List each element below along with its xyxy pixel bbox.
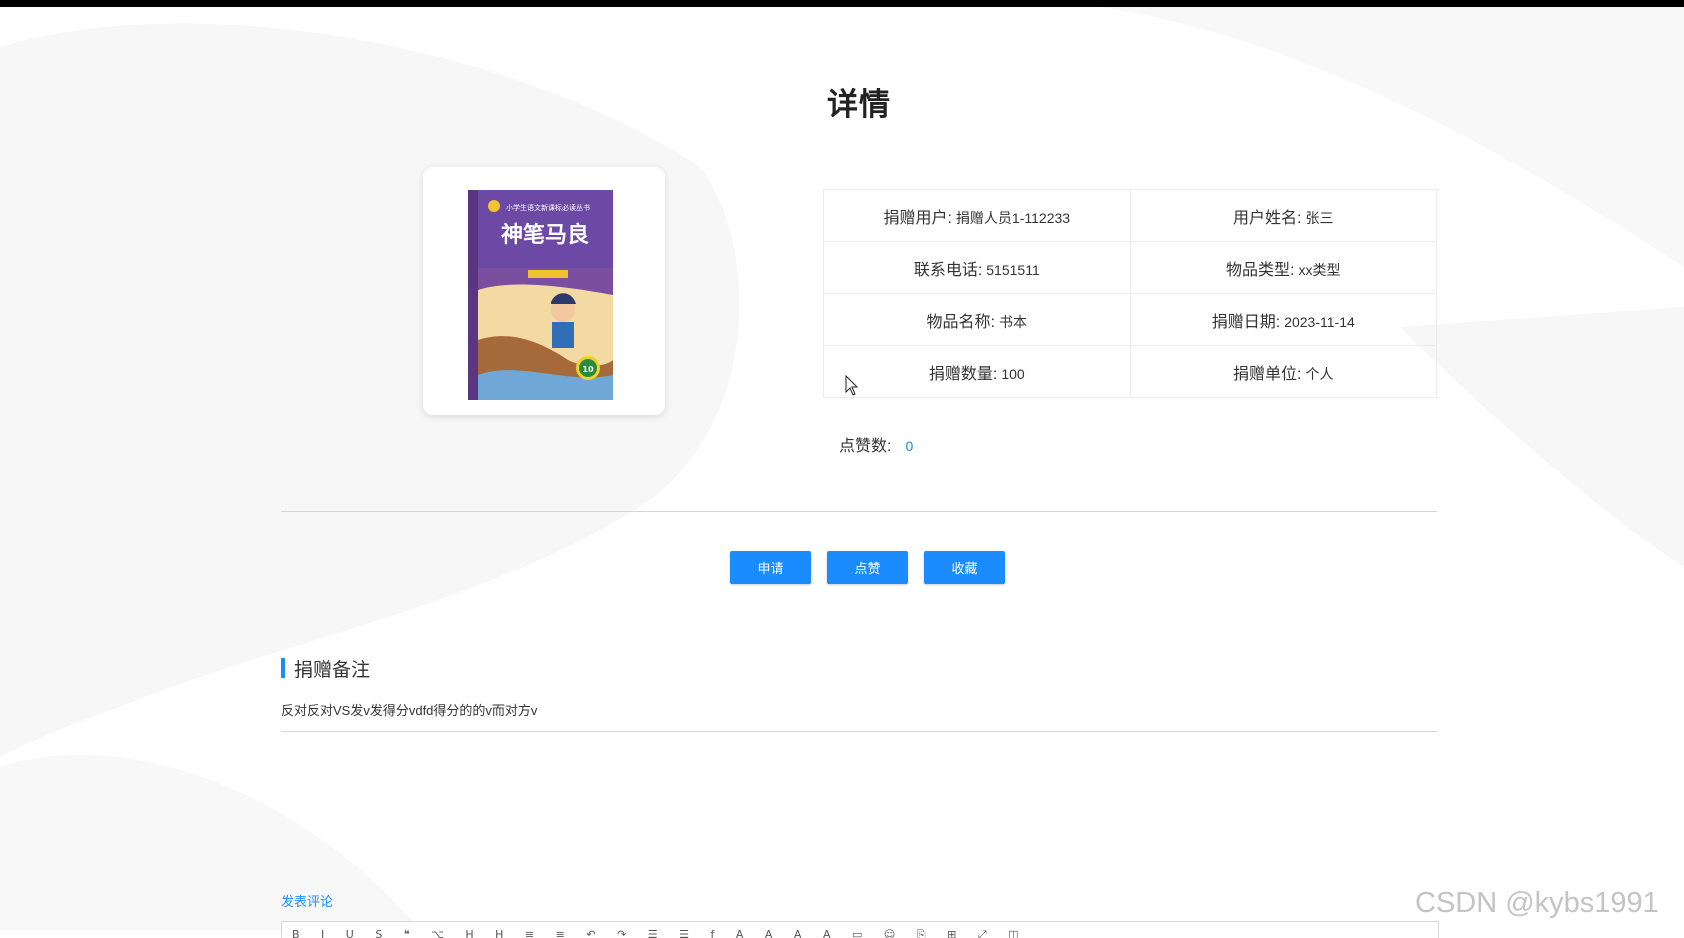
- table-row: 联系电话: 5151511 物品类型: xx类型: [823, 241, 1438, 294]
- info-label: 捐赠单位:: [1233, 365, 1302, 383]
- info-cell-phone: 联系电话: 5151511: [823, 241, 1131, 294]
- info-cell-item-type: 物品类型: xx类型: [1129, 241, 1438, 294]
- divider: [281, 731, 1437, 732]
- info-value: 书本: [999, 313, 1027, 330]
- book-title-text: 神笔马良: [501, 222, 589, 248]
- info-cell-quantity: 捐赠数量: 100: [823, 345, 1131, 398]
- table-row: 物品名称: 书本 捐赠日期: 2023-11-14: [823, 293, 1438, 346]
- remark-content: 反对反对VS发v发得分vdfd得分的的v而对方v: [281, 703, 538, 718]
- info-label: 捐赠日期:: [1211, 313, 1281, 331]
- mouse-cursor-icon: [845, 375, 859, 396]
- info-cell-username: 用户姓名: 张三: [1129, 189, 1438, 242]
- favorite-button[interactable]: 收藏: [924, 551, 1005, 584]
- info-label: 捐赠用户:: [883, 209, 952, 227]
- likes-label: 点赞数:: [839, 438, 892, 455]
- info-value: 捐赠人员1-112233: [955, 209, 1071, 226]
- info-label: 用户姓名:: [1233, 209, 1302, 227]
- info-label: 物品名称:: [926, 313, 995, 331]
- detail-page: 详情 小学生语文新课标必读丛书 神笔马良 10 捐赠用户: 捐赠人员1-11223…: [0, 7, 1684, 938]
- info-value: 5151511: [986, 261, 1040, 278]
- action-buttons: 申请 点赞 收藏: [730, 551, 1005, 584]
- info-label: 捐赠数量:: [928, 365, 998, 383]
- book-series-text: 小学生语文新课标必读丛书: [506, 203, 590, 212]
- info-cell-donation-date: 捐赠日期: 2023-11-14: [1129, 293, 1438, 346]
- remark-section-header: 捐赠备注: [281, 658, 370, 681]
- info-value: xx类型: [1298, 261, 1341, 278]
- like-button[interactable]: 点赞: [827, 551, 908, 584]
- top-bar: [0, 0, 1684, 7]
- donation-info-table: 捐赠用户: 捐赠人员1-112233 用户姓名: 张三 联系电话: 5151511 物…: [823, 189, 1438, 398]
- info-value: 张三: [1305, 209, 1334, 226]
- post-comment-label: 发表评论: [281, 894, 334, 909]
- info-label: 物品类型:: [1226, 261, 1295, 279]
- editor-toolbar[interactable]: B I U S ❝ ⌥ H H ≡ ≡ ↶ ↷ ☰ ☰ ƒ A A A A ▭ …: [282, 922, 1438, 938]
- apply-button[interactable]: 申请: [730, 551, 811, 584]
- info-cell-donor: 捐赠用户: 捐赠人员1-112233: [823, 189, 1131, 242]
- info-value: 100: [1001, 365, 1025, 382]
- item-image-card: 小学生语文新课标必读丛书 神笔马良 10: [423, 167, 665, 415]
- book-cover-image: 小学生语文新课标必读丛书 神笔马良 10: [468, 190, 613, 400]
- likes-value: 0: [905, 438, 914, 454]
- table-row: 捐赠用户: 捐赠人员1-112233 用户姓名: 张三: [823, 189, 1438, 242]
- remark-section-title: 捐赠备注: [294, 659, 371, 681]
- info-cell-donor-unit: 捐赠单位: 个人: [1129, 345, 1438, 398]
- section-accent-bar: [281, 658, 285, 678]
- book-badge-text: 10: [582, 365, 594, 374]
- info-label: 联系电话:: [913, 261, 983, 279]
- likes-count: 点赞数: 0: [839, 432, 913, 456]
- table-row: 捐赠数量: 100 捐赠单位: 个人: [823, 345, 1438, 398]
- info-cell-item-name: 物品名称: 书本: [823, 293, 1131, 346]
- page-title: 详情: [827, 87, 891, 122]
- divider: [281, 511, 1437, 512]
- info-value: 个人: [1305, 365, 1334, 382]
- info-value: 2023-11-14: [1284, 313, 1355, 330]
- watermark: CSDN @kybs1991: [1415, 887, 1659, 919]
